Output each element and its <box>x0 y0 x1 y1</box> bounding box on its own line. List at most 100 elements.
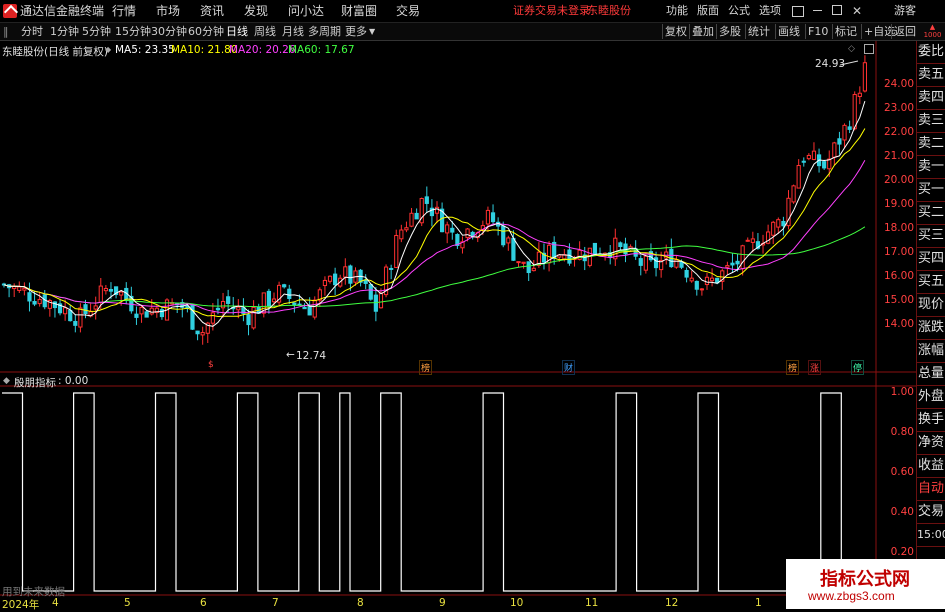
period-daily[interactable]: 日线 <box>226 24 248 39</box>
candle-body <box>521 261 526 264</box>
btn-overlay[interactable]: 叠加 <box>689 24 716 39</box>
period-15min[interactable]: 15分钟 <box>115 24 151 39</box>
candle-body <box>292 302 297 306</box>
side-item-trade[interactable]: 交易 <box>917 501 945 524</box>
indicator-panel <box>2 392 872 592</box>
side-item-buy5[interactable]: 买五 <box>917 271 945 294</box>
side-item-sell1[interactable]: 卖一 <box>917 156 945 179</box>
side-item-sell2[interactable]: 卖二 <box>917 133 945 156</box>
toolbar-grip-icon: ‖ <box>3 25 9 38</box>
side-item-change[interactable]: 涨跌 <box>917 317 945 340</box>
ma5-label: MA5: 23.35 <box>115 44 175 56</box>
period-weekly[interactable]: 周线 <box>254 24 276 39</box>
btn-stats[interactable]: 统计 <box>745 24 772 39</box>
price-tick: 22.00 <box>883 126 914 138</box>
menu-layout[interactable]: 版面 <box>697 3 719 19</box>
event-marker-limitup[interactable]: 涨 <box>808 360 822 375</box>
menu-wealth[interactable]: 财富圈 <box>341 3 377 19</box>
candle-body <box>37 298 42 305</box>
menu-discover[interactable]: 发现 <box>244 3 268 19</box>
side-item-auto[interactable]: 自动 <box>917 478 945 501</box>
side-item-buy2[interactable]: 买二 <box>917 202 945 225</box>
event-marker-rank[interactable]: 榜 <box>419 360 433 375</box>
period-monthly[interactable]: 月线 <box>282 24 304 39</box>
candle-body <box>485 209 491 225</box>
more-dropdown-icon[interactable]: ▼ <box>369 24 375 39</box>
candle-body <box>200 332 205 336</box>
ma20-label: MA20: 20.26 <box>229 44 296 56</box>
side-item-buy4[interactable]: 买四 <box>917 248 945 271</box>
btn-mark[interactable]: 标记 <box>832 24 859 39</box>
header-collapse-icon[interactable]: ◆ <box>105 45 111 54</box>
side-item-sell3[interactable]: 卖三 <box>917 110 945 133</box>
screen-icon[interactable] <box>792 6 804 17</box>
side-item-sell4[interactable]: 卖四 <box>917 87 945 110</box>
menu-news[interactable]: 资讯 <box>200 3 224 19</box>
period-5min[interactable]: 5分钟 <box>82 24 111 39</box>
candle-body <box>226 296 231 304</box>
btn-multistock[interactable]: 多股 <box>716 24 743 39</box>
menu-market[interactable]: 市场 <box>156 3 180 19</box>
side-item-price[interactable]: 现价 <box>917 294 945 317</box>
menu-options[interactable]: 选项 <box>759 3 781 19</box>
price-tick: 17.00 <box>883 246 914 258</box>
chart-max-icon[interactable] <box>864 44 874 54</box>
event-marker-finance[interactable]: 财 <box>562 360 576 375</box>
period-30min[interactable]: 30分钟 <box>151 24 187 39</box>
event-marker-halt[interactable]: 停 <box>851 360 865 375</box>
side-item-buy1[interactable]: 买一 <box>917 179 945 202</box>
side-item-eps[interactable]: 收益 <box>917 455 945 478</box>
candle-body <box>343 266 348 278</box>
btn-back[interactable]: 返回 <box>891 24 918 39</box>
side-item-outer[interactable]: 外盘 <box>917 386 945 409</box>
candle-body <box>465 228 470 239</box>
chart-settings-icon[interactable]: ◇ <box>848 44 855 54</box>
side-item-netasset[interactable]: 净资 <box>917 432 945 455</box>
menu-bar: 通达信金融终端 行情 市场 资讯 发现 问小达 财富圈 交易 证券交易未登录 东… <box>0 0 945 23</box>
indicator-line <box>2 392 872 592</box>
side-item-buy3[interactable]: 买三 <box>917 225 945 248</box>
indicator-tick: 0.80 <box>890 426 914 438</box>
event-marker-rank[interactable]: 榜 <box>786 360 800 375</box>
btn-f10[interactable]: F10 <box>805 24 830 39</box>
menu-trade[interactable]: 交易 <box>396 3 420 19</box>
ma20-line <box>3 159 866 314</box>
kline-chart-area[interactable] <box>0 41 917 609</box>
candle-body <box>17 286 22 291</box>
menu-formula[interactable]: 公式 <box>728 3 750 19</box>
btn-fuquan[interactable]: 复权 <box>662 24 689 39</box>
period-timeshare[interactable]: 分时 <box>21 24 43 39</box>
candle-body <box>210 312 215 324</box>
price-tick: 18.00 <box>883 222 914 234</box>
side-item-turnover[interactable]: 换手 <box>917 409 945 432</box>
period-multi[interactable]: 多周期 <box>308 24 341 39</box>
period-more[interactable]: 更多 <box>345 24 367 39</box>
chart-title: 东睦股份(日线 前复权) <box>2 46 109 58</box>
candle-body <box>139 306 144 315</box>
menu-function[interactable]: 功能 <box>666 3 688 19</box>
candle-body <box>653 257 659 269</box>
side-item-volume[interactable]: 总量 <box>917 363 945 386</box>
minimize-icon[interactable] <box>813 10 822 11</box>
candle-body <box>93 305 98 310</box>
side-item-pct[interactable]: 涨幅 <box>917 340 945 363</box>
period-60min[interactable]: 60分钟 <box>188 24 224 39</box>
period-1min[interactable]: 1分钟 <box>50 24 79 39</box>
login-warning[interactable]: 证券交易未登录 <box>513 3 590 19</box>
menu-quotes[interactable]: 行情 <box>112 3 136 19</box>
menu-ask[interactable]: 问小达 <box>288 3 324 19</box>
candle-body <box>144 311 149 318</box>
indicator-collapse-icon[interactable]: ◆ <box>3 376 10 386</box>
event-marker-dividend[interactable]: $ <box>207 360 215 370</box>
candle-body <box>506 237 511 244</box>
side-item-weibi[interactable]: 委比 <box>917 41 945 64</box>
btn-draw[interactable]: 画线 <box>775 24 802 39</box>
period-toolbar: ‖ 分时 1分钟 5分钟 15分钟 30分钟 60分钟 日线 周线 月线 多周期… <box>0 23 945 41</box>
candle-body <box>424 196 429 204</box>
guest-label[interactable]: 游客 <box>894 3 916 19</box>
close-icon[interactable]: ✕ <box>852 3 862 19</box>
candle-body <box>837 138 842 145</box>
candle-body <box>862 62 868 92</box>
maximize-icon[interactable] <box>832 5 842 15</box>
side-item-sell5[interactable]: 卖五 <box>917 64 945 87</box>
